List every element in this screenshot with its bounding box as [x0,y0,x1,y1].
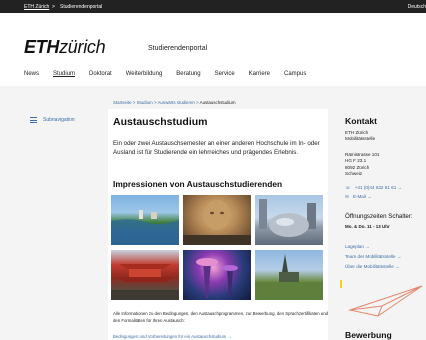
link-about[interactable]: Über die Mobilitätsstelle → [345,264,400,269]
nav-item-studium[interactable]: Studium [53,71,75,81]
nav-item-beratung[interactable]: Beratung [176,71,200,81]
contact-phone-link[interactable]: ☏ +41 (0)44 632 61 61 → [345,185,402,191]
topbar-current: Studierendenportal [60,4,103,10]
phone-icon: ☏ [345,185,351,190]
subnavigation-label: Subnavigation [43,117,75,123]
nav-item-weiterbildung[interactable]: Weiterbildung [126,71,163,81]
paper-plane-illustration [348,285,423,317]
intro-text: Ein oder zwei Austauschsemester an einer… [113,140,320,156]
logo-eth: ETH [24,37,60,57]
image-illustration [196,258,238,298]
language-switch[interactable]: Deutsch [408,4,426,10]
breadcrumb-separator: > [153,100,157,105]
menu-icon [30,117,37,123]
subnavigation-button[interactable]: Subnavigation [30,117,75,123]
nav-item-karriere[interactable]: Karriere [249,71,270,81]
gallery-image-supertrees[interactable] [183,250,251,300]
breadcrumb: Startseite > Studium > Auswärts studiere… [113,100,236,105]
nav-item-campus[interactable]: Campus [284,71,306,81]
image-illustration [111,264,179,300]
image-illustration [255,254,323,300]
breadcrumb-startseite[interactable]: Startseite [113,100,132,105]
logo-zurich: zürich [59,37,106,57]
opening-hours-value: Mo. & Do. 11 - 13 Uhr [345,224,390,229]
exchange-info-text: Alle Informationen zu den Bedingungen, d… [113,311,328,323]
nav-item-news[interactable]: News [24,71,39,81]
image-illustration [183,200,251,245]
contact-email-link[interactable]: ✉ E-Mail → [345,194,372,200]
accent-marker [340,280,342,288]
gallery-image-temple[interactable] [183,195,251,245]
nav-item-service[interactable]: Service [215,71,235,81]
contact-org-line: Mobilitätsstelle [345,136,376,142]
link-lageplan[interactable]: Lageplan → [345,244,370,249]
portal-name[interactable]: Studierendenportal [148,45,207,52]
contact-organization: ETH Zürich Mobilitätsstelle [345,130,375,143]
gallery-image-cathedral[interactable] [255,250,323,300]
breadcrumb-separator: > [132,100,136,105]
gallery-image-pagoda[interactable] [111,250,179,300]
contact-address: Rämistrasse 101 HG F 23.1 8092 Zürich Sc… [345,152,379,177]
topbar-link-eth[interactable]: ETH Zürich [24,4,49,10]
conditions-link[interactable]: Bedingungen und Vorbereitungen für ein A… [113,334,232,339]
opening-hours-title: Öffnungszeiten Schalter: [345,213,413,220]
phone-number: +41 (0)44 632 61 61 → [354,185,403,190]
eth-logo[interactable]: ETHzürich [24,37,106,58]
page-title: Austauschstudium [113,116,208,128]
mail-icon: ✉ [345,194,349,199]
gallery-title: Impressionen von Austauschstudierenden [113,179,283,189]
application-title: Bewerbung [345,330,392,340]
address-line: Schweiz [345,170,363,176]
topbar-separator: > [52,4,55,10]
gallery-image-bean-sculpture[interactable] [255,195,323,245]
top-bar: ETH Zürich > Studierendenportal Deutsch [0,0,426,13]
breadcrumb-current: Austauschstudium [199,100,236,105]
gallery-image-river-city[interactable] [111,195,179,245]
breadcrumb-studium[interactable]: Studium [137,100,153,105]
email-label: E-Mail → [352,194,372,199]
image-illustration [259,199,316,237]
nav-item-doktorat[interactable]: Doktorat [89,71,112,81]
main-navigation: News Studium Doktorat Weiterbildung Bera… [24,71,320,81]
breadcrumb-separator: > [196,100,199,105]
image-illustration [111,210,179,245]
contact-title: Kontakt [345,116,377,126]
link-team[interactable]: Team der Mobilitätsstelle → [345,254,401,259]
breadcrumb-auswaerts[interactable]: Auswärts studieren [158,100,195,105]
